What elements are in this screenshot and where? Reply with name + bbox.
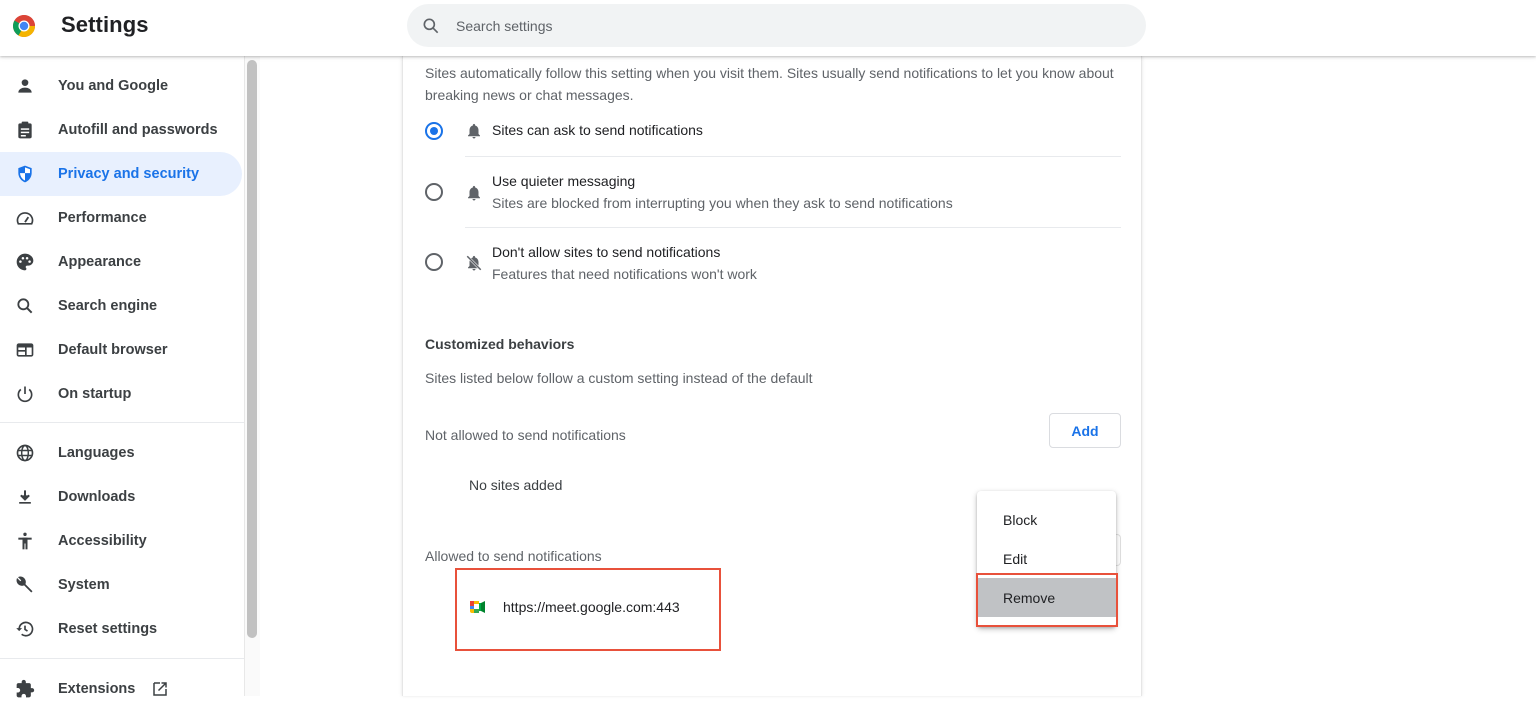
download-icon (14, 486, 36, 508)
add-site-button[interactable]: Add (1049, 413, 1121, 448)
sidebar-item-extensions[interactable]: Extensions (0, 667, 242, 711)
sidebar-item-default-browser[interactable]: Default browser (0, 328, 242, 372)
site-actions-menu: Block Edit Remove (977, 491, 1116, 627)
chrome-logo-icon (13, 15, 35, 37)
option-divider (465, 227, 1121, 228)
radio-quieter-messaging[interactable] (425, 183, 443, 201)
option-divider (465, 156, 1121, 157)
sidebar-item-accessibility[interactable]: Accessibility (0, 519, 242, 563)
option-subtitle: Sites are blocked from interrupting you … (492, 195, 953, 211)
option-title: Sites can ask to send notifications (492, 122, 703, 138)
section-description: Sites listed below follow a custom setti… (425, 370, 813, 386)
sidebar-item-downloads[interactable]: Downloads (0, 475, 242, 519)
radio-sites-can-ask[interactable] (425, 122, 443, 140)
sidebar-item-on-startup[interactable]: On startup (0, 372, 242, 416)
external-link-icon (153, 682, 167, 696)
bell-icon (468, 123, 480, 139)
sidebar-item-autofill[interactable]: Autofill and passwords (0, 108, 242, 152)
sidebar-item-reset-settings[interactable]: Reset settings (0, 607, 242, 651)
accessibility-icon (14, 530, 36, 552)
bell-icon (468, 185, 480, 201)
radio-dont-allow[interactable] (425, 253, 443, 271)
sidebar: You and Google Autofill and passwords Pr… (0, 56, 244, 698)
not-allowed-label: Not allowed to send notifications (425, 427, 626, 443)
wrench-icon (14, 574, 36, 596)
sidebar-divider (0, 422, 244, 423)
sidebar-scrollbar-thumb[interactable] (247, 60, 257, 638)
speedometer-icon (14, 207, 36, 229)
sidebar-item-search-engine[interactable]: Search engine (0, 284, 242, 328)
history-reset-icon (14, 618, 36, 640)
puzzle-icon (14, 678, 36, 700)
person-icon (14, 75, 36, 97)
search-icon (423, 18, 439, 34)
allowed-site-row[interactable]: https://meet.google.com:443 (455, 568, 721, 651)
clipboard-icon (14, 119, 36, 141)
sidebar-item-performance[interactable]: Performance (0, 196, 242, 240)
menu-item-edit[interactable]: Edit (977, 539, 1116, 578)
sidebar-item-appearance[interactable]: Appearance (0, 240, 242, 284)
section-heading: Customized behaviors (425, 336, 575, 352)
palette-icon (14, 251, 36, 273)
site-url: https://meet.google.com:443 (503, 599, 680, 615)
no-sites-text: No sites added (469, 477, 563, 493)
sidebar-item-system[interactable]: System (0, 563, 242, 607)
search-input[interactable] (456, 14, 1106, 38)
browser-window-icon (14, 339, 36, 361)
option-title: Don't allow sites to send notifications (492, 244, 721, 260)
shield-icon (14, 163, 36, 185)
sidebar-divider (0, 658, 244, 659)
power-icon (14, 383, 36, 405)
sidebar-item-privacy-and-security[interactable]: Privacy and security (0, 152, 242, 196)
sidebar-item-you-and-google[interactable]: You and Google (0, 64, 242, 108)
app-header: Settings (0, 0, 1536, 56)
bell-off-icon (466, 255, 482, 271)
globe-icon (14, 442, 36, 464)
app-title: Settings (61, 12, 149, 37)
menu-item-remove[interactable]: Remove (977, 578, 1116, 617)
sidebar-item-languages[interactable]: Languages (0, 431, 242, 475)
option-subtitle: Features that need notifications won't w… (492, 266, 757, 282)
search-icon (14, 295, 36, 317)
google-meet-icon (470, 601, 485, 613)
search-box[interactable] (407, 4, 1146, 47)
option-title: Use quieter messaging (492, 173, 636, 189)
allowed-label: Allowed to send notifications (425, 548, 602, 564)
menu-item-block[interactable]: Block (977, 500, 1116, 539)
setting-description: Sites automatically follow this setting … (425, 65, 1114, 103)
